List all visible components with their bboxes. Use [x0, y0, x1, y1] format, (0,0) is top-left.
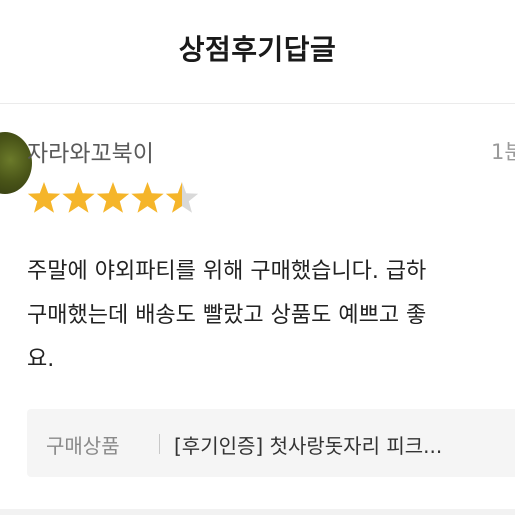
review-text-line: 구매했는데 배송도 빨랐고 상품도 예쁘고 좋 — [27, 303, 427, 328]
page-title: 상점후기답글 — [178, 33, 337, 66]
purchased-product-link[interactable]: 구매상품 [후기인증] 첫사랑돗자리 피크... — [27, 409, 515, 477]
product-separator — [159, 434, 160, 454]
star-icon — [165, 182, 199, 213]
star-icon — [131, 182, 164, 213]
star-icon — [62, 182, 95, 213]
review-reply-page: 상점후기답글 자라와꼬북이 1분 주말에 야외파티를 위해 구매했습니다. 급하… — [0, 0, 515, 515]
star-icon — [27, 182, 61, 213]
section-divider — [0, 509, 515, 515]
review-body: 주말에 야외파티를 위해 구매했습니다. 급하 구매했는데 배송도 빨랐고 상품… — [27, 250, 515, 382]
purchased-product-label: 구매상품 — [46, 434, 120, 458]
star-rating-graphic — [27, 182, 199, 213]
star-icon — [96, 182, 130, 213]
star-rating — [27, 181, 199, 217]
reviewer-name[interactable]: 자라와꼬북이 — [27, 134, 154, 168]
review-text-line: 주말에 야외파티를 위해 구매했습니다. 급하 — [27, 259, 427, 284]
purchased-product-name: [후기인증] 첫사랑돗자리 피크... — [174, 434, 443, 458]
review-text-line: 요. — [27, 347, 55, 372]
header-divider — [0, 103, 515, 104]
review-timestamp: 1분 — [491, 140, 515, 164]
